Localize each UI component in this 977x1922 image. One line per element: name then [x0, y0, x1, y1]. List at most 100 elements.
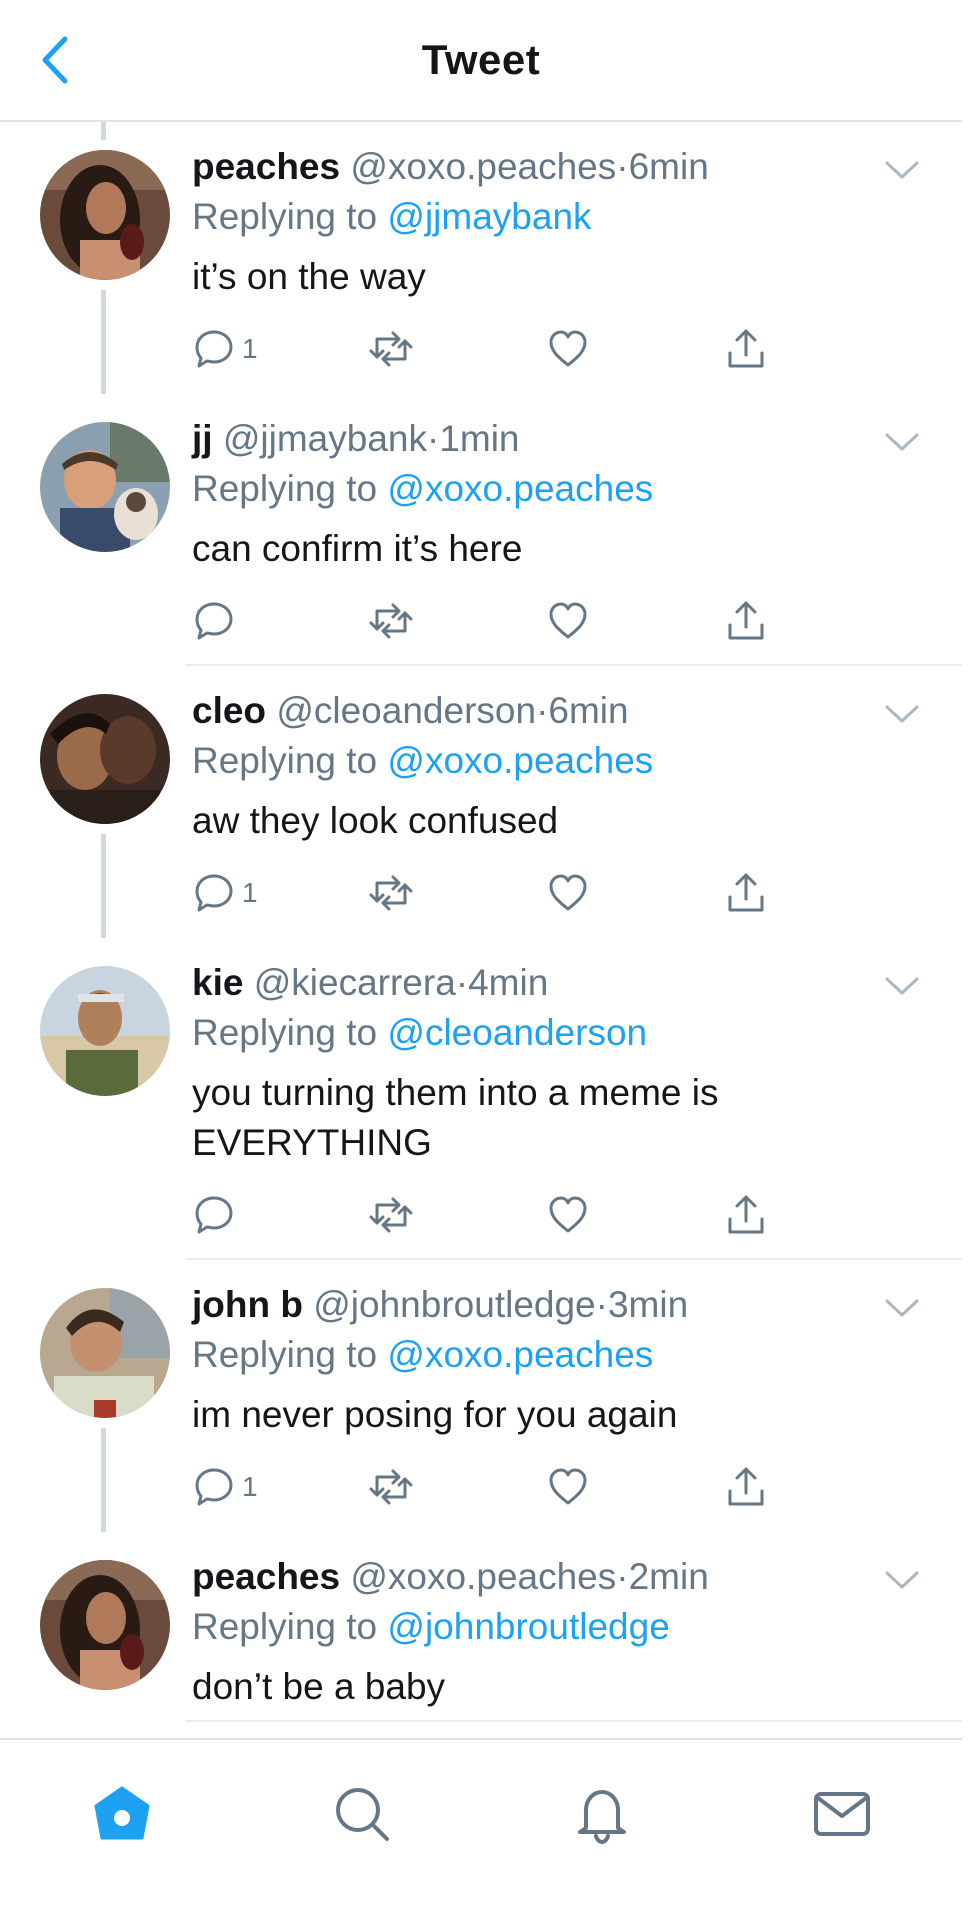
tweet-options-button[interactable] — [882, 424, 922, 460]
reply-button[interactable] — [192, 596, 242, 646]
tweet-options-button[interactable] — [882, 968, 922, 1004]
thread-line — [101, 834, 106, 938]
author-name[interactable]: cleo — [192, 690, 266, 731]
separator-dot: · — [536, 690, 549, 731]
retweet-button[interactable] — [368, 596, 414, 646]
timestamp: 4min — [468, 962, 549, 1003]
avatar[interactable] — [40, 150, 170, 280]
reply-bubble-icon — [195, 330, 233, 368]
tweet-item[interactable]: jj @jjmaybank·1min Replying to @xoxo.pea… — [0, 394, 962, 666]
author-handle[interactable]: @cleoanderson — [276, 690, 536, 731]
replying-to-link[interactable]: @xoxo.peaches — [387, 740, 653, 781]
replying-to-link[interactable]: @cleoanderson — [387, 1012, 647, 1053]
retweet-icon — [369, 1469, 413, 1505]
replying-label: Replying to — [192, 740, 378, 781]
chevron-down-icon — [885, 705, 919, 723]
timestamp: 6min — [548, 690, 629, 731]
separator-dot: · — [595, 1284, 608, 1325]
retweet-button[interactable] — [368, 868, 414, 918]
heart-icon — [549, 330, 587, 367]
separator-dot: · — [455, 962, 469, 1003]
tab-notifications[interactable] — [562, 1774, 642, 1854]
tweet-item[interactable]: john b @johnbroutledge·3min Replying to … — [0, 1260, 962, 1532]
share-button[interactable] — [724, 868, 768, 918]
notifications-bell-icon — [578, 1790, 626, 1845]
like-button[interactable] — [546, 1190, 590, 1240]
tweet-item[interactable]: peaches @xoxo.peaches·6min Replying to @… — [0, 122, 962, 394]
tweet-options-button[interactable] — [882, 696, 922, 732]
reply-bubble-icon — [195, 1196, 233, 1234]
replying-to-link[interactable]: @jjmaybank — [387, 196, 591, 237]
like-button[interactable] — [546, 596, 590, 646]
timestamp: 1min — [439, 418, 520, 459]
share-button[interactable] — [724, 324, 768, 374]
replying-to-link[interactable]: @xoxo.peaches — [387, 1334, 653, 1375]
tweet-item[interactable]: kie @kiecarrera·4min Replying to @cleoan… — [0, 938, 962, 1260]
author-handle[interactable]: @xoxo.peaches — [350, 146, 616, 187]
author-handle[interactable]: @johnbroutledge — [313, 1284, 595, 1325]
share-button[interactable] — [724, 596, 768, 646]
top-bar: Tweet — [0, 0, 962, 122]
reply-button[interactable]: 1 — [192, 868, 258, 918]
retweet-button[interactable] — [368, 324, 414, 374]
replying-label: Replying to — [192, 468, 378, 509]
replying-label: Replying to — [192, 1012, 378, 1053]
author-name[interactable]: peaches — [192, 146, 340, 187]
author-handle[interactable]: @kiecarrera — [254, 962, 456, 1003]
share-icon — [728, 1467, 764, 1506]
share-icon — [728, 873, 764, 912]
tab-messages[interactable] — [802, 1774, 882, 1854]
tweet-item[interactable]: peaches @xoxo.peaches·2min Replying to @… — [0, 1532, 962, 1722]
like-button[interactable] — [546, 868, 590, 918]
retweet-button[interactable] — [368, 1462, 414, 1512]
tab-search[interactable] — [322, 1774, 402, 1854]
tweet-actions — [192, 596, 872, 656]
tweet-options-button[interactable] — [882, 1562, 922, 1598]
author-name[interactable]: peaches — [192, 1556, 340, 1597]
replying-to-link[interactable]: @xoxo.peaches — [387, 468, 653, 509]
retweet-icon — [369, 331, 413, 367]
author-handle[interactable]: @xoxo.peaches — [350, 1556, 616, 1597]
share-button[interactable] — [724, 1462, 768, 1512]
tweet-options-button[interactable] — [882, 152, 922, 188]
author-handle[interactable]: @jjmaybank — [223, 418, 427, 459]
reply-count: 1 — [242, 877, 258, 908]
share-icon — [728, 329, 764, 368]
tweet-actions — [192, 1190, 872, 1250]
share-icon — [728, 1195, 764, 1234]
timestamp: 3min — [607, 1284, 689, 1325]
reply-bubble-icon — [195, 874, 233, 912]
page-title: Tweet — [421, 36, 541, 83]
tweet-item[interactable]: cleo @cleoanderson·6min Replying to @xox… — [0, 666, 962, 938]
avatar[interactable] — [40, 1288, 170, 1418]
retweet-icon — [369, 603, 413, 639]
reply-button[interactable]: 1 — [192, 324, 258, 374]
home-icon — [94, 1786, 150, 1840]
tweet-thread: peaches @xoxo.peaches·6min Replying to @… — [0, 122, 962, 1722]
share-button[interactable] — [724, 1190, 768, 1240]
avatar[interactable] — [40, 422, 170, 552]
like-button[interactable] — [546, 1462, 590, 1512]
author-name[interactable]: jj — [192, 418, 213, 459]
reply-button[interactable] — [192, 1190, 242, 1240]
avatar[interactable] — [40, 1560, 170, 1690]
retweet-icon — [369, 875, 413, 911]
tweet-text: you turning them into a meme is EVERYTHI… — [192, 1072, 719, 1163]
reply-button[interactable]: 1 — [192, 1462, 258, 1512]
avatar[interactable] — [40, 694, 170, 824]
reply-count: 1 — [242, 333, 258, 364]
tab-home[interactable] — [82, 1774, 162, 1854]
author-name[interactable]: kie — [192, 962, 243, 1003]
tweet-text: aw they look confused — [192, 800, 559, 841]
like-button[interactable] — [546, 324, 590, 374]
author-name[interactable]: john b — [192, 1284, 303, 1325]
tweet-actions: 1 — [192, 324, 872, 384]
chevron-down-icon — [885, 161, 919, 179]
timestamp: 2min — [628, 1556, 709, 1597]
heart-icon — [549, 1196, 587, 1233]
avatar[interactable] — [40, 966, 170, 1096]
tweet-options-button[interactable] — [882, 1290, 922, 1326]
thread-line — [101, 1428, 106, 1532]
replying-to-link[interactable]: @johnbroutledge — [387, 1606, 669, 1647]
retweet-button[interactable] — [368, 1190, 414, 1240]
